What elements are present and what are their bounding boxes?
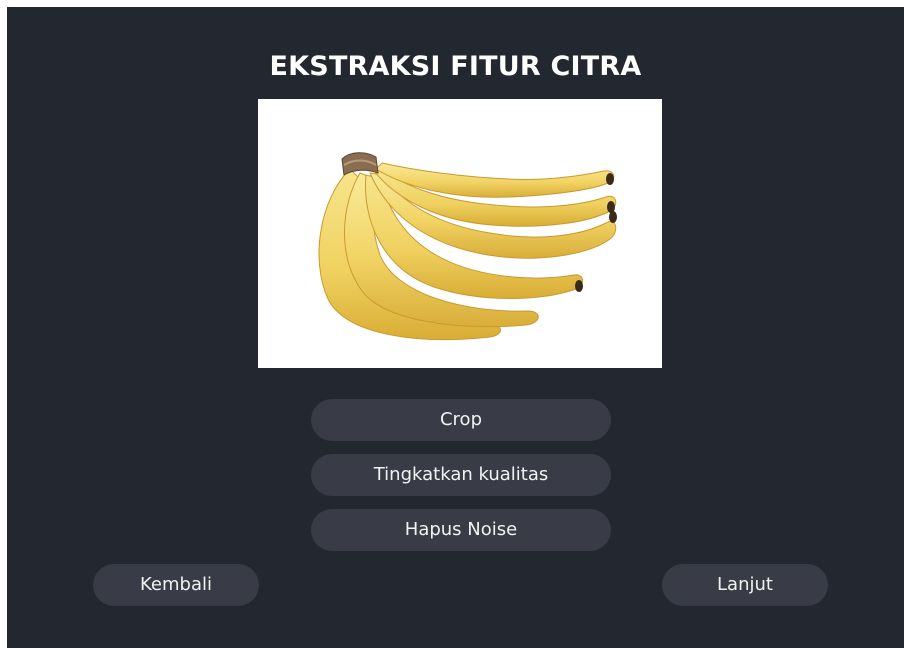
image-preview [258, 99, 662, 368]
crop-button[interactable]: Crop [311, 399, 611, 441]
next-button[interactable]: Lanjut [662, 564, 828, 606]
app-window: EKSTRAKSI FITUR CITRA Crop Tingkatkan ku… [7, 7, 904, 648]
banana-image [318, 152, 617, 341]
remove-noise-button[interactable]: Hapus Noise [311, 509, 611, 551]
page-title: EKSTRAKSI FITUR CITRA [269, 51, 642, 82]
enhance-quality-button[interactable]: Tingkatkan kualitas [311, 454, 611, 496]
back-button[interactable]: Kembali [93, 564, 259, 606]
